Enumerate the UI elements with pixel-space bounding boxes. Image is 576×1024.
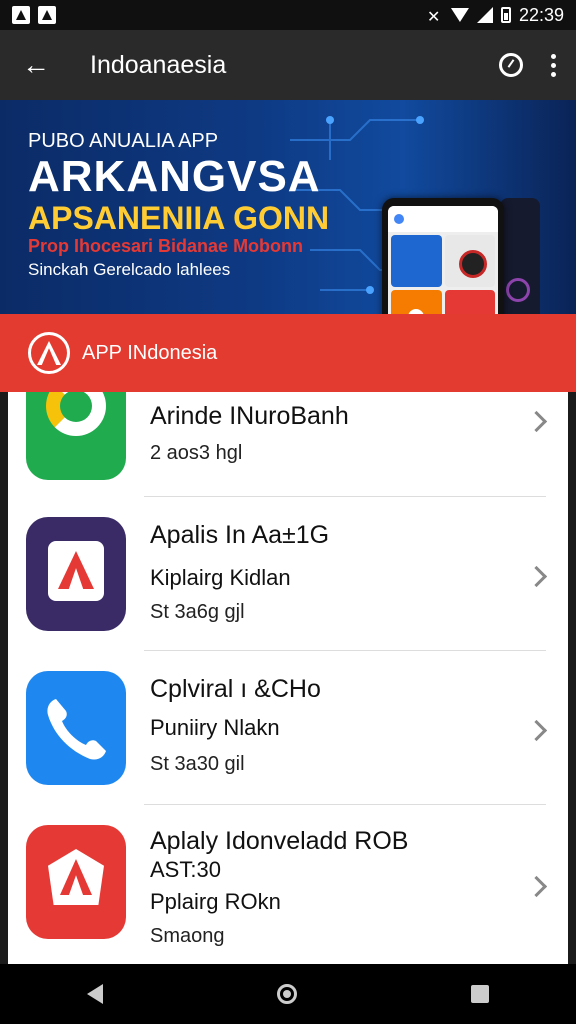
status-bar: ✕ 22:39 [0,0,576,30]
nav-recents-icon[interactable] [471,985,489,1003]
app-subtitle: Pplairg ROkn [150,889,281,914]
chevron-right-icon [525,410,548,433]
back-arrow-icon[interactable]: ← [20,49,52,81]
compass-icon[interactable] [499,53,523,77]
signal-icon [476,7,493,23]
app-subtitle: Kiplairg Kidlan [150,565,291,590]
hero-tagline: Prop Ihocesari Bidanae Mobonn [28,236,304,256]
list-item[interactable]: Apalis In Aa±1G Kiplairg Kidlan St 3a6g … [8,497,568,651]
app-title: Apalis In Aa±1G [150,521,330,549]
app-title: Arinde INuroBanh [150,402,349,430]
status-right: ✕ 22:39 [426,4,564,27]
app-meta: Smaong [150,925,225,947]
red-a-icon [26,825,126,939]
app-bar: ← Indoanaesia [0,30,576,100]
phone-mockup-secondary [500,198,540,314]
more-vert-icon[interactable] [551,53,556,77]
app-meta: St 3a30 gil [150,753,245,775]
app-title: Aplaly Idonveladd ROB [150,827,409,855]
app-list: Arinde INuroBanh 2 aos3 hgl Apalis In Aa… [8,392,568,964]
list-item[interactable]: Cplviral ı &CHo Puniiry Nlakn St 3a30 gi… [8,651,568,805]
section-header-label: APP INdonesia [82,341,218,364]
page-title: Indoanaesia [90,50,227,79]
app-indonesia-logo-icon [28,332,70,374]
nav-back-icon[interactable] [87,984,103,1004]
app-subtitle: AST:30 [150,857,221,882]
status-left [12,6,56,24]
phone-screen [388,206,498,314]
app-meta: St 3a6g gjl [150,601,245,623]
phone-mockup [382,198,504,314]
purple-a-icon [26,517,126,631]
app-bar-actions [499,53,556,77]
mute-icon: ✕ [426,9,441,26]
app-icon [12,6,30,24]
battery-icon [500,7,511,23]
wifi-icon [450,8,469,22]
app-icon [38,6,56,24]
app-subtitle: Puniiry Nlakn [150,715,280,740]
nav-home-icon[interactable] [277,984,297,1004]
hero-kicker: PUBO ANUALIA APP [28,130,219,152]
list-item[interactable]: Arinde INuroBanh 2 aos3 hgl [8,392,568,496]
green-pen-icon [26,392,126,480]
hero-subheadline: APSANENIIA GONN [28,200,330,236]
status-time: 22:39 [518,4,564,25]
hero-headline: ARKANGVSA [28,152,321,201]
hero-banner[interactable]: PUBO ANUALIA APP ARKANGVSA APSANENIIA GO… [0,100,576,314]
section-header[interactable]: APP INdonesia [0,314,576,392]
phone-call-icon [26,671,126,785]
system-nav-bar [0,964,576,1024]
chevron-right-icon [525,565,548,588]
chevron-right-icon [525,875,548,898]
hero-caption: Sinckah Gerelcado lahlees [28,260,231,279]
chevron-right-icon [525,719,548,742]
app-meta: 2 aos3 hgl [150,442,243,464]
list-item[interactable]: Aplaly Idonveladd ROB AST:30 Pplairg ROk… [8,805,568,964]
app-title: Cplviral ı &CHo [150,675,321,703]
